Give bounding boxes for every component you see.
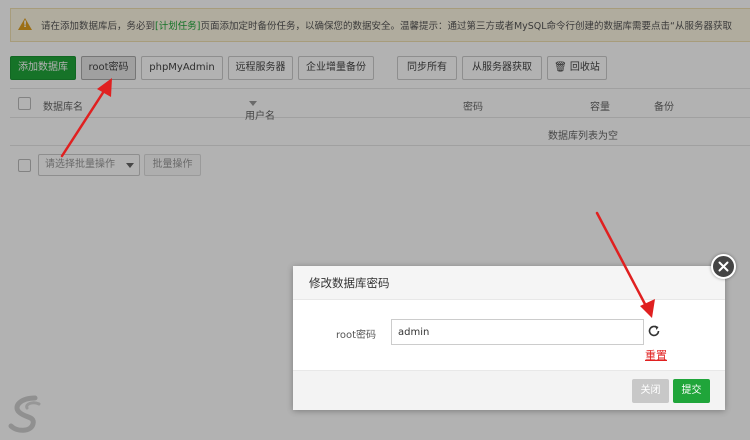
root-password-input[interactable] (391, 319, 644, 345)
close-icon-glyph (718, 261, 729, 272)
dialog-title: 修改数据库密码 (293, 266, 725, 300)
close-button[interactable]: 关闭 (632, 379, 669, 403)
reset-link[interactable]: 重置 (645, 347, 667, 363)
refresh-icon[interactable] (647, 324, 661, 338)
root-password-label: root密码 (336, 330, 377, 341)
change-password-dialog: 修改数据库密码 root密码 重置 关闭 提交 (293, 266, 725, 410)
submit-button[interactable]: 提交 (673, 379, 710, 403)
dialog-footer: 关闭 提交 (293, 370, 725, 410)
close-icon[interactable] (711, 254, 736, 279)
